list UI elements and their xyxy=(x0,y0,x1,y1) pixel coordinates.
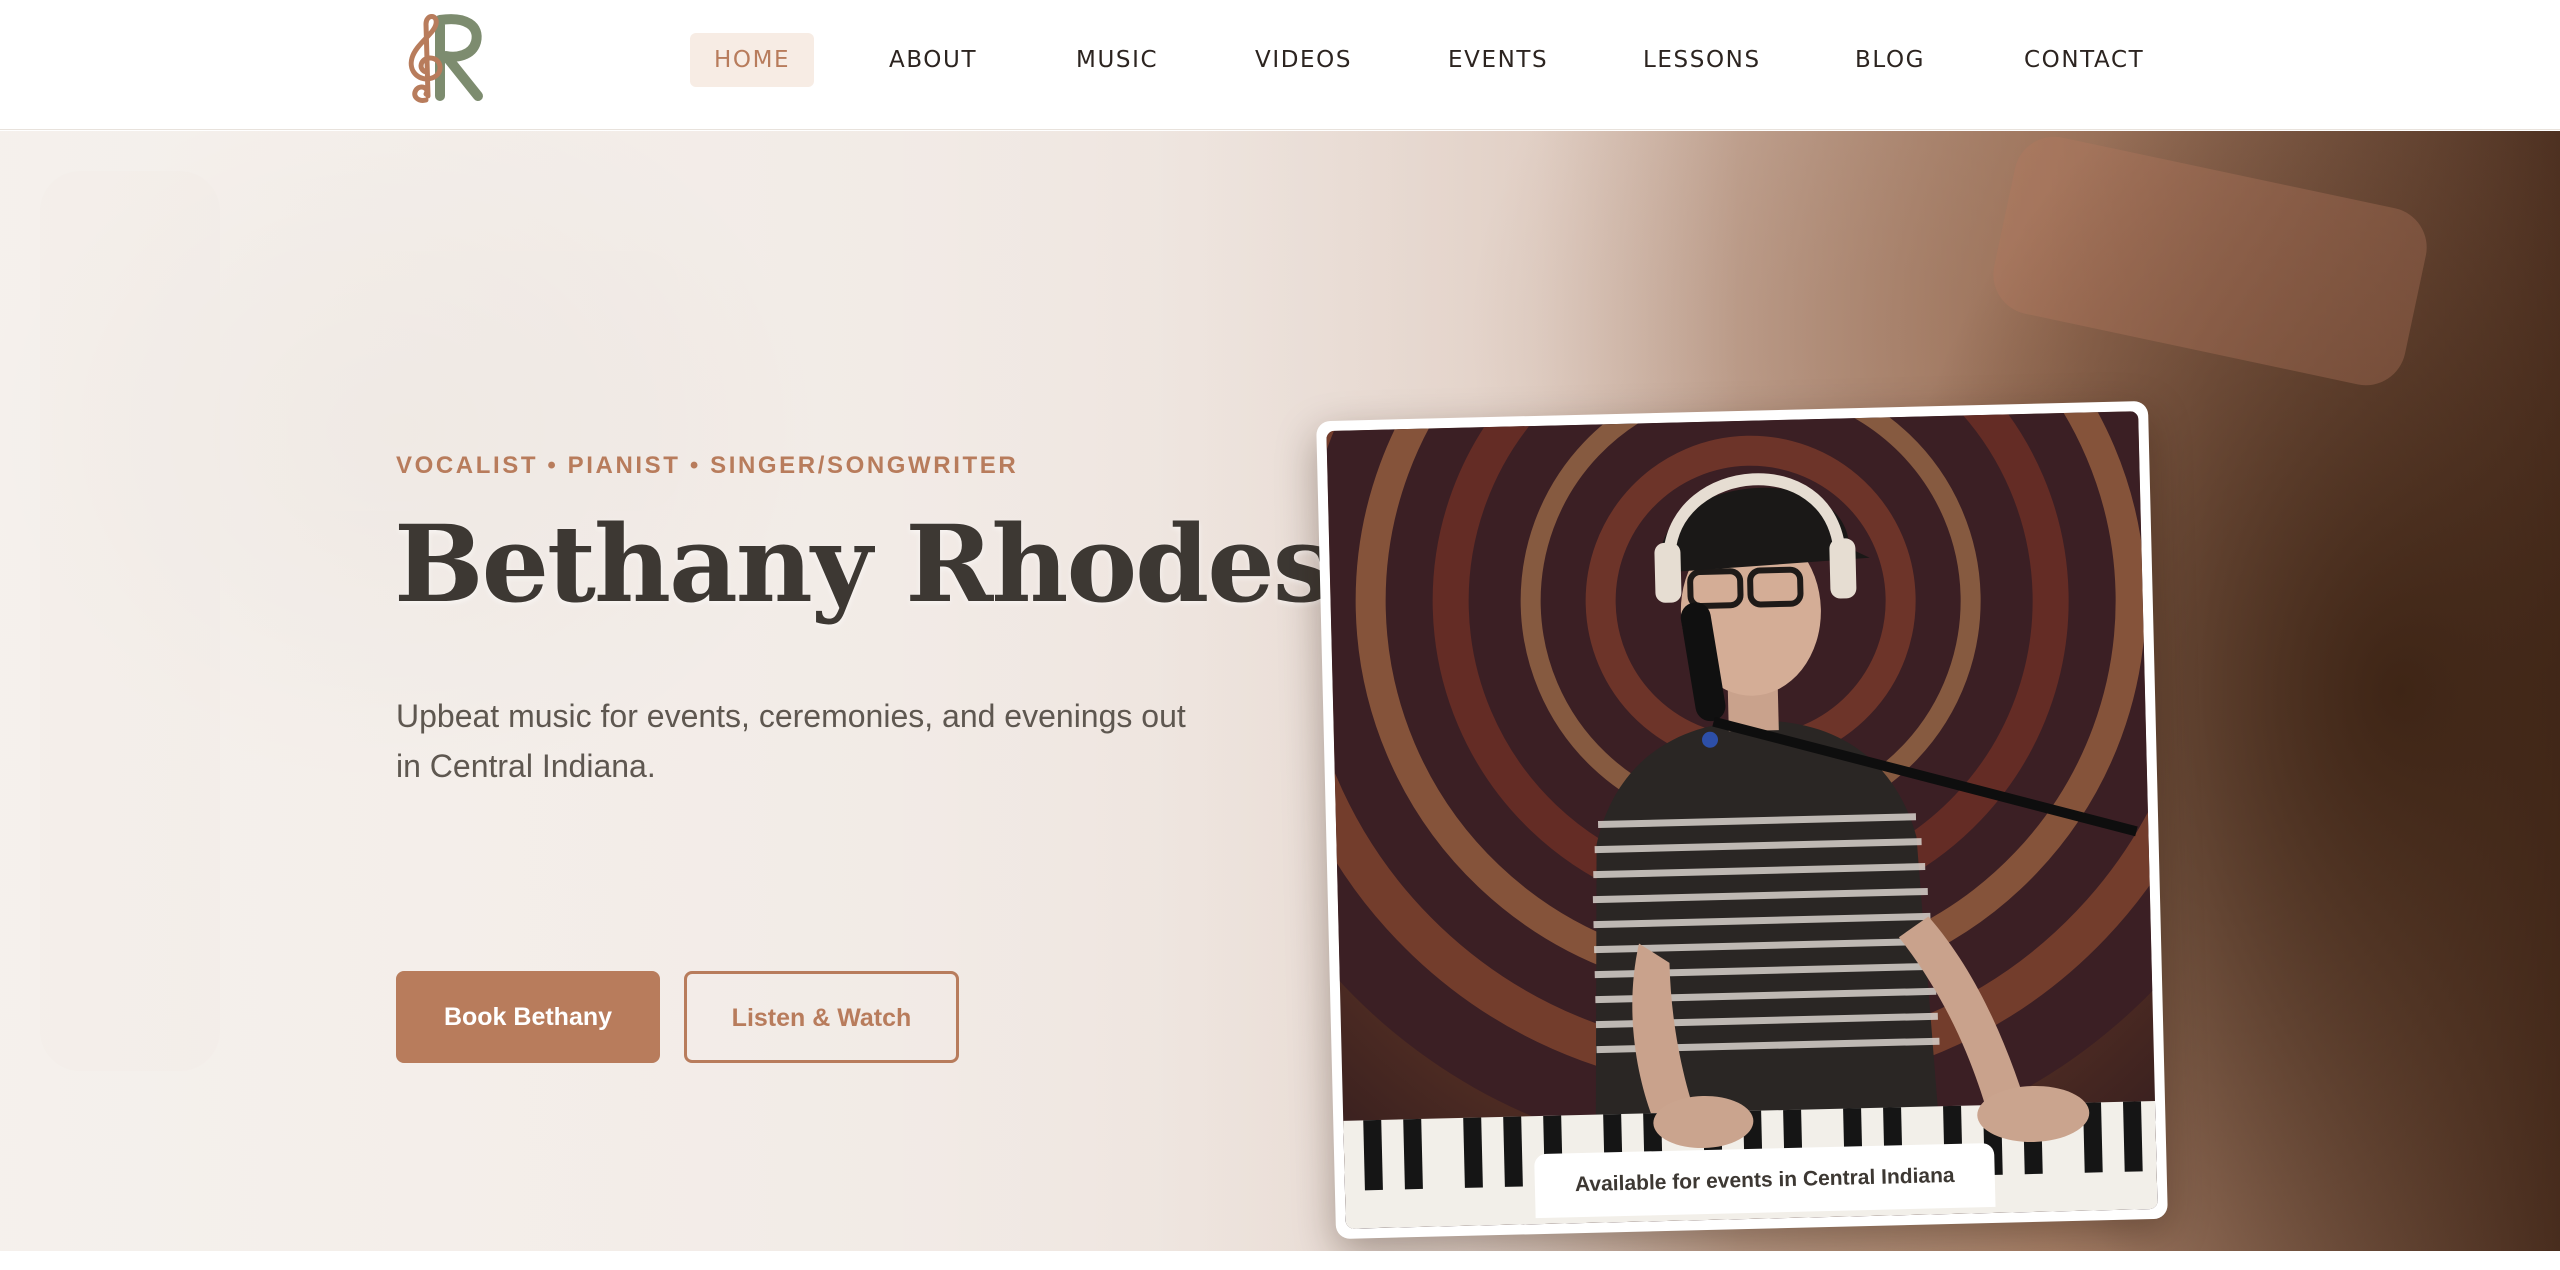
nav-blog[interactable]: BLOG xyxy=(1855,33,1925,87)
nav-about[interactable]: ABOUT xyxy=(889,33,977,87)
photo-caption: Available for events in Central Indiana xyxy=(1534,1142,1996,1219)
nav-lessons[interactable]: LESSONS xyxy=(1643,33,1761,87)
performer-photo: Available for events in Central Indiana xyxy=(1326,411,2158,1229)
site-header: HOME ABOUT MUSIC VIDEOS EVENTS LESSONS B… xyxy=(0,0,2560,130)
hero-section: VOCALIST • PIANIST • SINGER/SONGWRITER B… xyxy=(0,131,2560,1251)
listen-watch-button[interactable]: Listen & Watch xyxy=(684,971,959,1063)
main-nav: HOME ABOUT MUSIC VIDEOS EVENTS LESSONS B… xyxy=(0,33,2560,87)
hero-photo-card: Available for events in Central Indiana xyxy=(1316,400,2168,1240)
nav-videos[interactable]: VIDEOS xyxy=(1255,33,1352,87)
performer-at-piano-image xyxy=(1326,411,2158,1229)
hero-title: Bethany Rhodes xyxy=(394,501,1332,626)
nav-music[interactable]: MUSIC xyxy=(1076,33,1158,87)
nav-events[interactable]: EVENTS xyxy=(1448,33,1548,87)
hero-subtitle: Upbeat music for events, ceremonies, and… xyxy=(396,698,1186,784)
nav-home[interactable]: HOME xyxy=(690,33,815,87)
book-bethany-button[interactable]: Book Bethany xyxy=(396,971,660,1063)
hero-overlay xyxy=(0,131,2560,1251)
nav-contact[interactable]: CONTACT xyxy=(2024,33,2144,87)
hero-tagline: VOCALIST • PIANIST • SINGER/SONGWRITER xyxy=(396,452,1019,479)
